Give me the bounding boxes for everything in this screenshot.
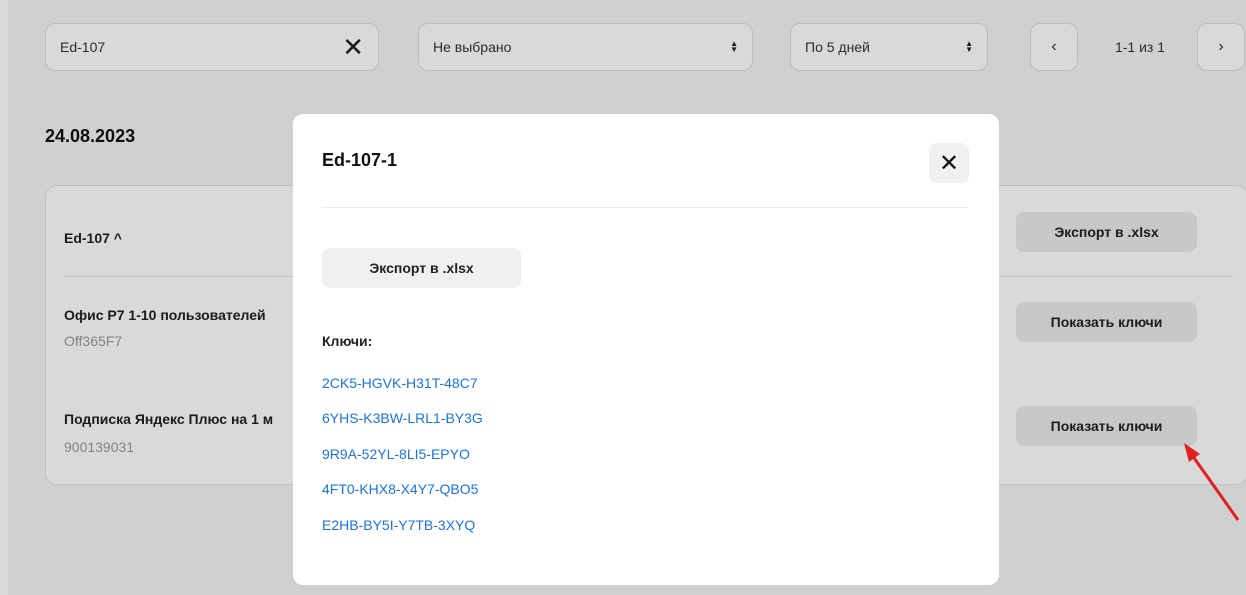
license-key-link[interactable]: 4FT0-KHX8-X4Y7-QBO5 <box>322 481 478 497</box>
license-key-link[interactable]: E2HB-BY5I-Y7TB-3XYQ <box>322 517 475 533</box>
keys-modal: Ed-107-1 ✕ Экспорт в .xlsx Ключи: 2CK5-H… <box>293 114 999 585</box>
license-key-link[interactable]: 2CK5-HGVK-H31T-48C7 <box>322 375 478 391</box>
close-button[interactable]: ✕ <box>929 143 969 183</box>
close-icon: ✕ <box>938 149 960 177</box>
license-key-link[interactable]: 9R9A-52YL-8LI5-EPYO <box>322 446 470 462</box>
modal-export-button[interactable]: Экспорт в .xlsx <box>322 248 521 288</box>
modal-title: Ed-107-1 <box>322 150 398 170</box>
license-key-link[interactable]: 6YHS-K3BW-LRL1-BY3G <box>322 410 483 426</box>
modal-divider <box>322 207 968 208</box>
keys-label: Ключи: <box>322 333 373 349</box>
